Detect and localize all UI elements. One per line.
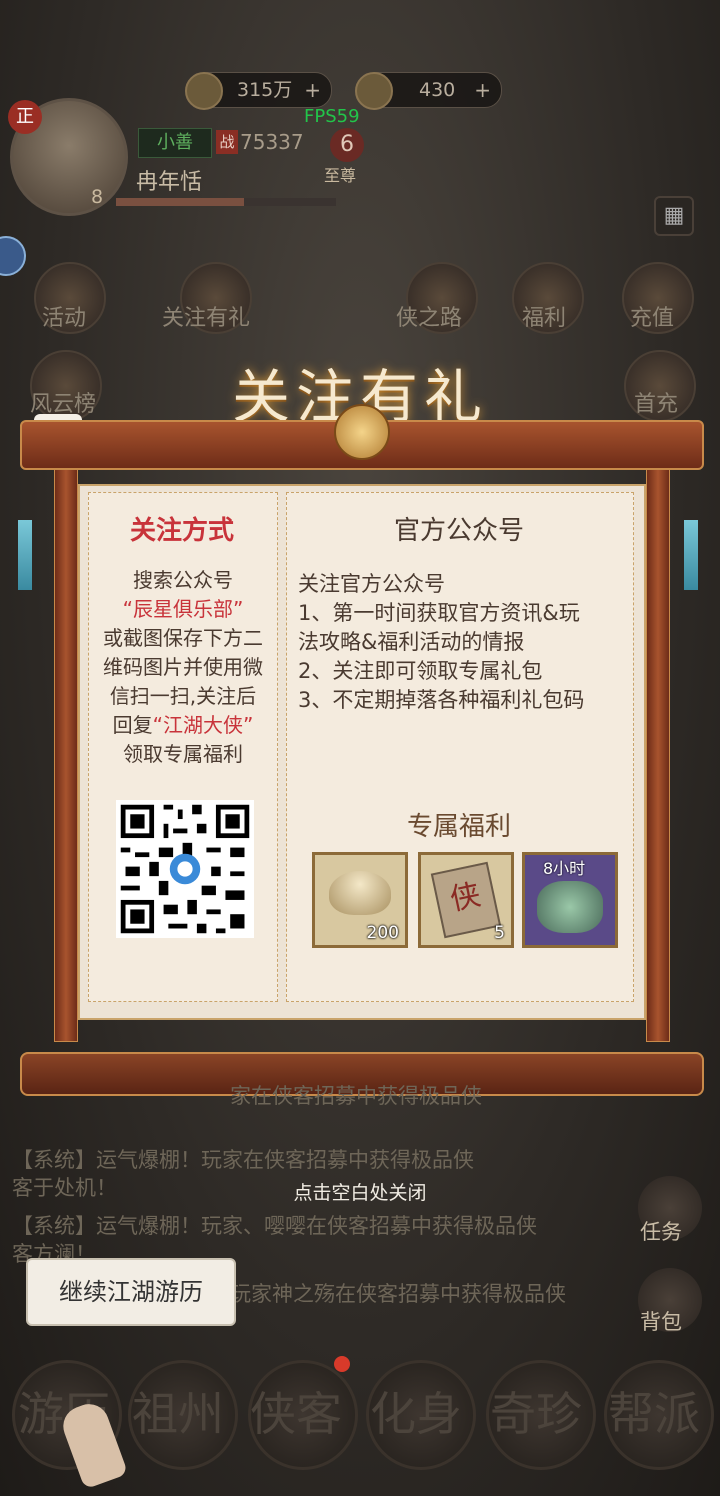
bag-button-label[interactable]: 背包 (640, 1306, 682, 1336)
nav-treasures[interactable]: 奇珍 (490, 1378, 582, 1444)
reply-keyword: “江湖大侠” (152, 713, 254, 737)
copper-coin-counter[interactable]: 315万 + (185, 72, 332, 110)
info-line: 1、第一时间获取官方资讯&玩 (298, 601, 580, 625)
copper-amount: 315万 (237, 79, 293, 101)
reward-qty: 5 (494, 923, 505, 943)
gold-ingot-icon (355, 72, 393, 110)
follow-method-title: 关注方式 (129, 516, 234, 546)
menu-recharge[interactable]: 充值 (630, 300, 674, 332)
frame-post-right (646, 440, 670, 1042)
close-hint[interactable]: 点击空白处关闭 (0, 1178, 720, 1205)
vip-label: 至尊 (324, 166, 357, 185)
silver-ingot-icon (329, 871, 391, 915)
instruction-line: 信扫一扫,关注后 (109, 684, 257, 708)
xia-token-icon: 侠 (430, 861, 502, 939)
reward-qty: 200 (366, 923, 399, 943)
reward-item-treasure[interactable]: 8小时 (522, 852, 618, 948)
reward-duration-tag: 8小时 (543, 859, 586, 878)
vip-badge[interactable]: 6 至尊 (312, 128, 382, 185)
reply-prefix: 回复 (112, 713, 153, 737)
info-line: 3、不定期掉落各种福利礼包码 (298, 688, 585, 712)
copper-coin-icon (185, 72, 223, 110)
info-line: 2、关注即可领取专属礼包 (298, 659, 543, 683)
instruction-line: 或截图保存下方二 (103, 626, 263, 650)
instruction-line: 维码图片并使用微 (103, 655, 263, 679)
menu-hero-path[interactable]: 侠之路 (396, 300, 462, 332)
reward-item-ingot[interactable]: 200 (312, 852, 408, 948)
account-name: “辰星俱乐部” (122, 597, 244, 621)
instruction-line: 领取专属福利 (123, 742, 243, 766)
ingot-counter[interactable]: 430 + (355, 72, 502, 110)
nav-guild[interactable]: 帮派 (608, 1378, 700, 1444)
instruction-line: 搜索公众号 (133, 568, 233, 592)
notification-dot (334, 1356, 350, 1372)
lotus-ornament-icon (334, 404, 390, 460)
reward-item-token[interactable]: 侠 5 (418, 852, 514, 948)
exp-bar (116, 198, 336, 206)
grid-menu-icon[interactable]: ▦ (654, 196, 694, 236)
menu-welfare[interactable]: 福利 (522, 300, 566, 332)
power-icon: 战 (216, 130, 238, 154)
chat-line: 家在侠客招募中获得极品侠 (230, 1084, 482, 1108)
official-account-title: 官方公众号 (393, 516, 524, 546)
nav-heroes[interactable]: 侠客 (250, 1378, 342, 1444)
exp-bar-fill (116, 198, 244, 206)
task-button-label[interactable]: 任务 (640, 1216, 682, 1246)
treasure-bag-icon (537, 881, 603, 933)
info-line: 法攻略&福利活动的情报 (298, 630, 525, 654)
exclusive-reward-title: 专属福利 (406, 812, 511, 842)
add-ingot-icon[interactable]: + (474, 73, 491, 107)
info-line: 关注官方公众号 (298, 572, 445, 596)
fps-counter: FPS59 (304, 106, 360, 127)
nav-zuzhou[interactable]: 祖州 (132, 1378, 224, 1444)
morality-badge: 小善 (138, 128, 212, 158)
main-badge-icon: 正 (8, 100, 42, 134)
continue-journey-button[interactable]: 继续江湖游历 (26, 1258, 236, 1326)
chat-line: 【系统】运气爆棚！玩家在侠客招募中获得极品侠 (12, 1148, 474, 1172)
add-copper-icon[interactable]: + (304, 73, 321, 107)
player-name: 冉年恬 (136, 170, 203, 195)
vip-level: 6 (330, 128, 364, 162)
tassel-left-icon (18, 520, 32, 590)
ingot-amount: 430 (419, 79, 456, 101)
player-level: 8 (90, 186, 104, 208)
power-value: 75337 (240, 130, 304, 154)
nav-avatar[interactable]: 化身 (370, 1378, 462, 1444)
qr-code (116, 800, 254, 938)
tassel-right-icon (684, 520, 698, 590)
menu-activity[interactable]: 活动 (42, 300, 86, 332)
chat-line: 【系统】运气爆棚！玩家、嘤嘤在侠客招募中获得极品侠 (12, 1214, 537, 1238)
instruction-line: 回复“江湖大侠” (90, 711, 276, 740)
frame-post-left (54, 440, 78, 1042)
menu-follow-gift[interactable]: 关注有礼 (162, 300, 250, 332)
